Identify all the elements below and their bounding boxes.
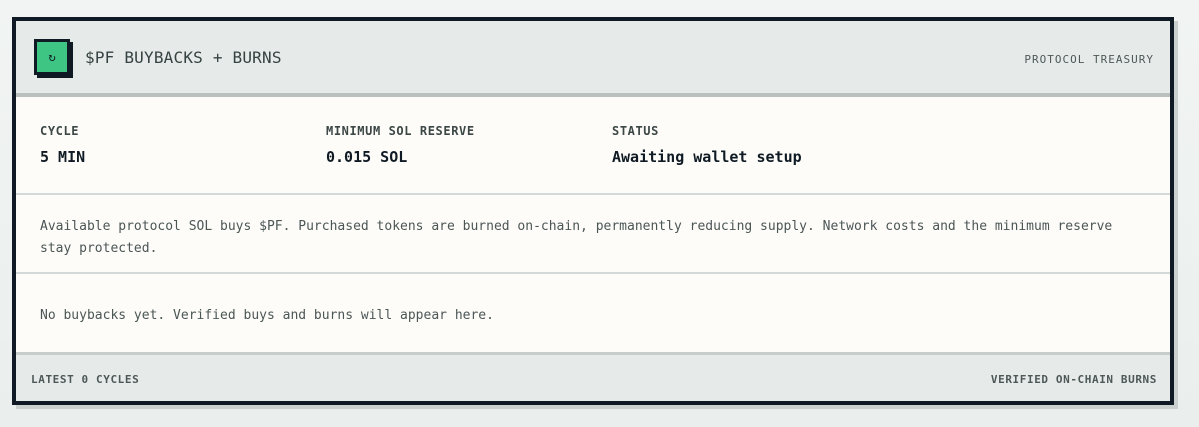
stat-label: CYCLE (40, 124, 80, 138)
empty-state-message: No buybacks yet. Verified buys and burns… (40, 308, 494, 323)
card-footer: LATEST 0 CYCLES VERIFIED ON-CHAIN BURNS (16, 352, 1170, 401)
stat-value: 5 MIN (40, 148, 86, 166)
stats-row: CYCLE 5 MIN MINIMUM SOL RESERVE 0.015 SO… (16, 97, 1170, 195)
description-text: Available protocol SOL buys $PF. Purchas… (16, 195, 1170, 274)
buyback-card: ↻ $PF BUYBACKS + BURNS PROTOCOL TREASURY… (12, 17, 1174, 405)
stat-label: STATUS (612, 124, 659, 138)
footer-verified-label: VERIFIED ON-CHAIN BURNS (990, 373, 1157, 386)
stat-value: 0.015 SOL (326, 148, 408, 166)
card-title: $PF BUYBACKS + BURNS (85, 48, 282, 67)
stat-label: MINIMUM SOL RESERVE (326, 124, 475, 138)
stat-value: Awaiting wallet setup (612, 148, 802, 166)
card-header: ↻ $PF BUYBACKS + BURNS PROTOCOL TREASURY (16, 21, 1170, 97)
stat-minimum-reserve: MINIMUM SOL RESERVE 0.015 SOL (326, 124, 475, 166)
refresh-icon: ↻ (34, 39, 70, 75)
header-meta-label: PROTOCOL TREASURY (1024, 53, 1154, 66)
stat-cycle: CYCLE 5 MIN (40, 124, 85, 166)
stat-status: STATUS Awaiting wallet setup (612, 124, 802, 166)
footer-cycles-count: LATEST 0 CYCLES (31, 373, 140, 386)
